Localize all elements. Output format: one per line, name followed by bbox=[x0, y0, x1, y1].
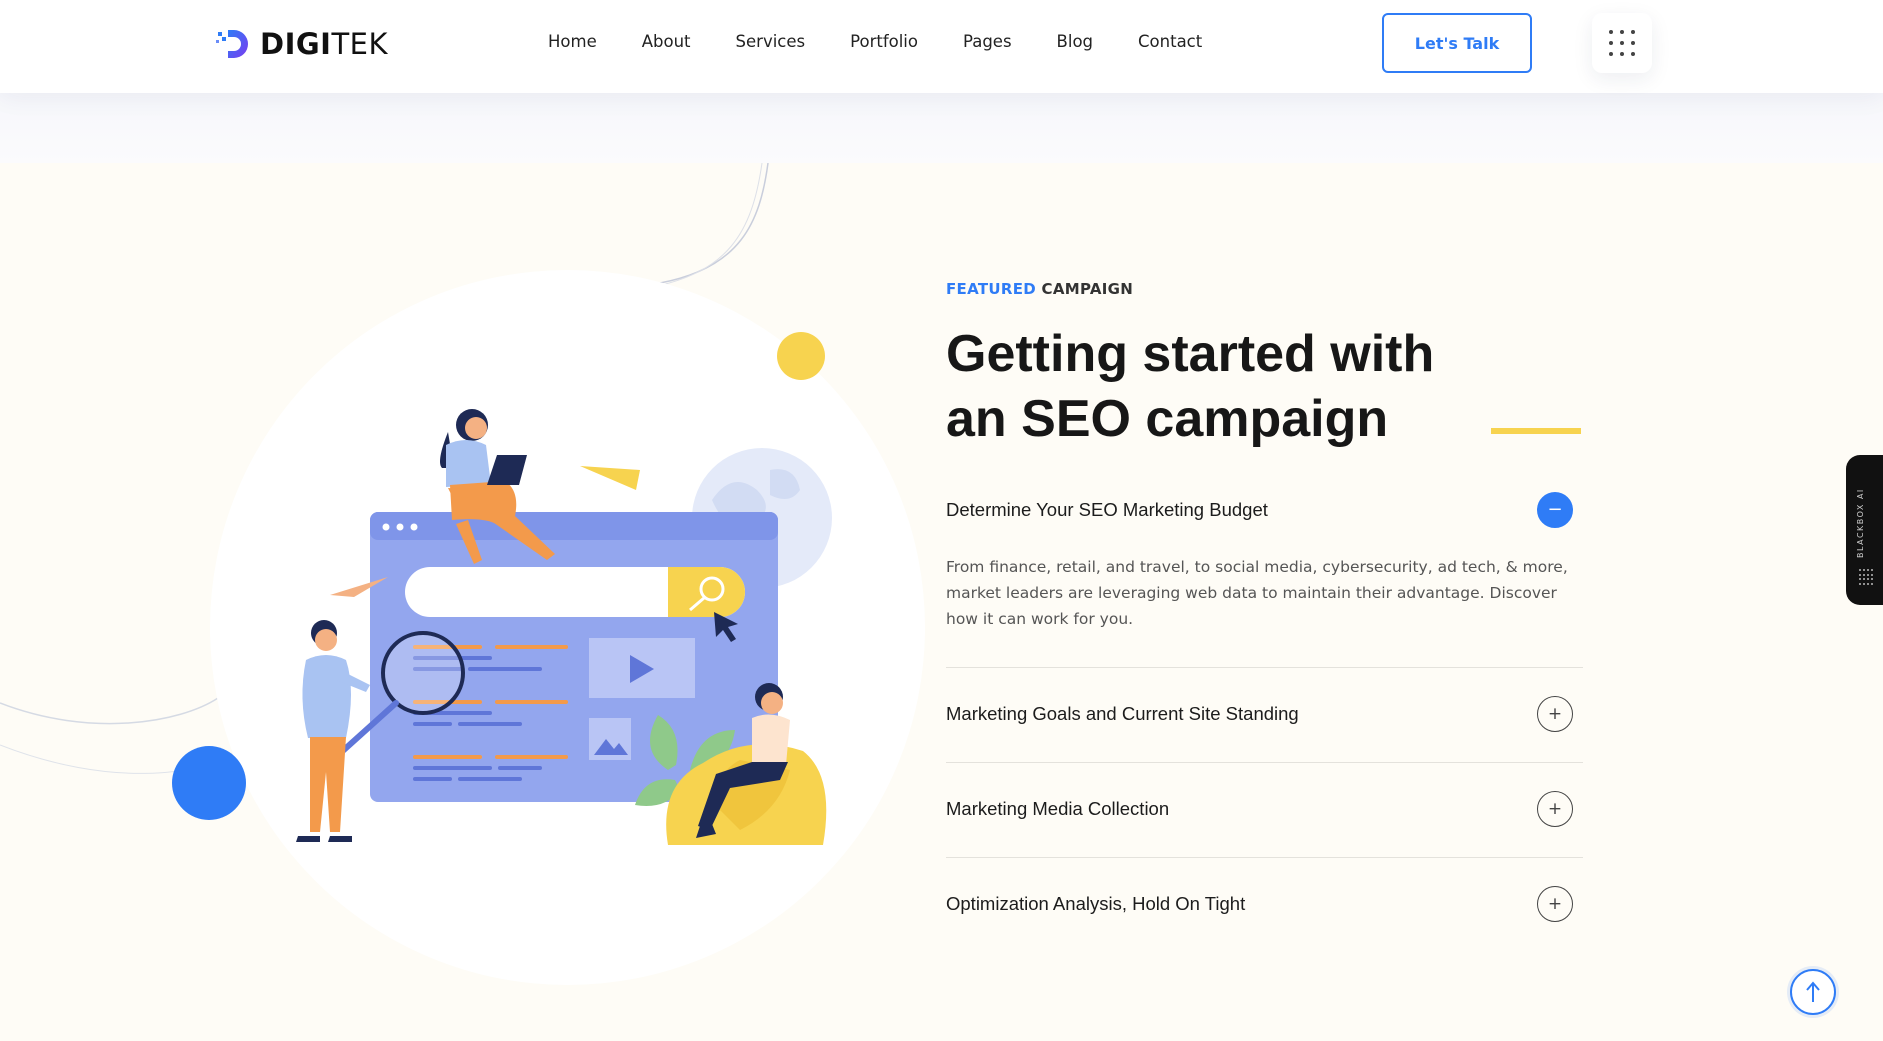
main-nav: Home About Services Portfolio Pages Blog… bbox=[548, 30, 1247, 54]
accordion-header[interactable]: Marketing Media Collection + bbox=[946, 791, 1583, 827]
menu-grid-button[interactable] bbox=[1592, 13, 1652, 73]
expand-button[interactable]: + bbox=[1537, 696, 1573, 732]
plus-icon: + bbox=[1547, 703, 1563, 724]
scroll-to-top-button[interactable] bbox=[1790, 969, 1836, 1015]
title-underline bbox=[1491, 428, 1581, 434]
accordion-question: Optimization Analysis, Hold On Tight bbox=[946, 893, 1246, 914]
person-with-laptop bbox=[446, 440, 491, 487]
paper-plane-icon bbox=[580, 466, 640, 490]
accordion-question: Marketing Media Collection bbox=[946, 798, 1170, 819]
nav-contact[interactable]: Contact bbox=[1138, 30, 1202, 54]
plus-icon: + bbox=[1547, 798, 1563, 819]
person-with-magnifier bbox=[302, 655, 351, 738]
minus-icon: − bbox=[1547, 499, 1563, 520]
tagline-highlight: FEATURED bbox=[946, 280, 1036, 298]
collapse-button[interactable]: − bbox=[1537, 492, 1573, 528]
plus-icon: + bbox=[1547, 893, 1563, 914]
accordion-item: Marketing Media Collection + bbox=[946, 791, 1583, 827]
nav-services[interactable]: Services bbox=[736, 30, 806, 54]
accordion-item: Optimization Analysis, Hold On Tight + bbox=[946, 886, 1583, 922]
accordion-question: Determine Your SEO Marketing Budget bbox=[946, 499, 1268, 520]
tagline-rest: CAMPAIGN bbox=[1041, 280, 1134, 298]
accordion-header[interactable]: Marketing Goals and Current Site Standin… bbox=[946, 696, 1583, 732]
lets-talk-button[interactable]: Let's Talk bbox=[1382, 13, 1532, 73]
accordion-header[interactable]: Determine Your SEO Marketing Budget − bbox=[946, 492, 1583, 528]
brand-logo[interactable]: DIGITEK bbox=[214, 24, 388, 64]
accordion-divider bbox=[946, 857, 1583, 858]
site-header: DIGITEK Home About Services Portfolio Pa… bbox=[0, 0, 1883, 93]
logo-text: DIGITEK bbox=[260, 27, 389, 61]
section-tagline: FEATURED CAMPAIGN bbox=[946, 280, 1133, 298]
section-title: Getting started with an SEO campaign bbox=[946, 325, 1435, 448]
nav-portfolio[interactable]: Portfolio bbox=[850, 30, 918, 54]
nav-home[interactable]: Home bbox=[548, 30, 597, 54]
grid-dots-icon bbox=[1609, 30, 1613, 34]
seo-illustration bbox=[296, 409, 832, 845]
accordion-header[interactable]: Optimization Analysis, Hold On Tight + bbox=[946, 886, 1583, 922]
side-tab-label: BLACKBOX AI bbox=[1856, 488, 1865, 558]
accordion-divider bbox=[946, 762, 1583, 763]
dots-icon bbox=[1859, 569, 1875, 585]
accordion-answer: From finance, retail, and travel, to soc… bbox=[946, 558, 1568, 628]
arrow-up-icon bbox=[1806, 981, 1820, 1002]
accordion-divider bbox=[946, 667, 1583, 668]
person-on-bean-bag bbox=[752, 714, 790, 765]
logo-mark-icon bbox=[214, 24, 254, 64]
accordion-item: Marketing Goals and Current Site Standin… bbox=[946, 696, 1583, 732]
nav-about[interactable]: About bbox=[642, 30, 691, 54]
accordion-item: Determine Your SEO Marketing Budget − Fr… bbox=[946, 492, 1583, 632]
expand-button[interactable]: + bbox=[1537, 791, 1573, 827]
nav-pages[interactable]: Pages bbox=[963, 30, 1012, 54]
nav-blog[interactable]: Blog bbox=[1057, 30, 1093, 54]
expand-button[interactable]: + bbox=[1537, 886, 1573, 922]
accordion-question: Marketing Goals and Current Site Standin… bbox=[946, 703, 1299, 724]
blackbox-ai-side-tab[interactable]: BLACKBOX AI bbox=[1846, 455, 1883, 605]
